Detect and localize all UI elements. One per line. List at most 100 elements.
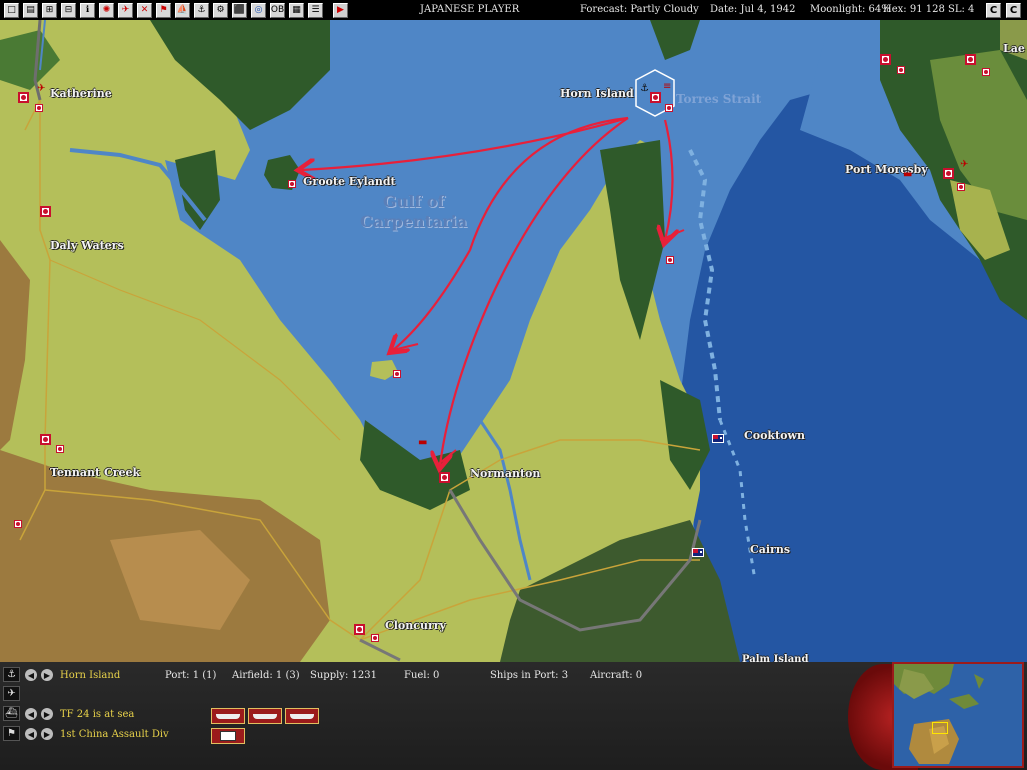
forecast-label: Forecast: Partly Cloudy <box>580 4 699 15</box>
ship-button[interactable]: ⛵ <box>175 2 190 18</box>
prev-base-button[interactable]: ◀ <box>25 669 37 681</box>
aircraft-icon[interactable]: ✈ <box>3 686 20 701</box>
ship-card-3[interactable] <box>285 708 319 724</box>
ship-icon-2[interactable]: ▬ <box>418 438 427 448</box>
anchor-icon[interactable]: ⚓ <box>3 667 20 682</box>
mini-map-terrain <box>894 664 984 764</box>
sub-button[interactable]: ⬛ <box>232 2 247 18</box>
base-marker[interactable] <box>14 520 22 528</box>
groote-eylandt-label[interactable]: Groote Eylandt <box>303 175 396 188</box>
ship-silhouette-icon <box>253 713 277 719</box>
report-button[interactable]: ▤ <box>23 2 38 18</box>
ships-in-port: Ships in Port: 3 <box>490 670 569 681</box>
top-toolbar: □ ▤ ⊞ ⊟ ℹ ✺ ✈ ✕ ⚑ ⛵ ⚓ ⚙ ⬛ ◎ OB ▦ ☰ ▶ JAP… <box>0 0 1027 20</box>
close-c-button[interactable]: C <box>986 3 1001 18</box>
end-turn-button[interactable]: ▶ <box>333 2 348 18</box>
daly-waters-label[interactable]: Daly Waters <box>50 239 124 252</box>
filter-button[interactable]: ✕ <box>137 2 152 18</box>
base-marker-horn-island[interactable] <box>650 92 661 103</box>
anchor-button[interactable]: ⚓ <box>194 2 209 18</box>
base-flag-button[interactable]: ⚑ <box>156 2 171 18</box>
task-force-link[interactable]: TF 24 is at sea <box>60 709 134 720</box>
base-marker[interactable] <box>957 183 965 191</box>
date-label: Date: Jul 4, 1942 <box>710 4 796 15</box>
info-button[interactable]: ℹ <box>80 2 95 18</box>
air-unit-button[interactable]: ✈ <box>118 2 133 18</box>
base-marker[interactable] <box>665 104 673 112</box>
cairns-label[interactable]: Cairns <box>750 543 790 556</box>
prev-unit-button[interactable]: ◀ <box>25 728 37 740</box>
moonlight-label: Moonlight: 64% <box>810 4 891 15</box>
settings-button[interactable]: ⚙ <box>213 2 228 18</box>
base-marker-port-moresby[interactable] <box>943 168 954 179</box>
table-button[interactable]: ▦ <box>289 2 304 18</box>
base-marker[interactable] <box>371 634 379 642</box>
gulf-label-line1: Gulf of <box>382 192 445 211</box>
gulf-of-carpentaria-label: Gulf of Carpentaria <box>360 192 467 232</box>
list-button[interactable]: ☰ <box>308 2 323 18</box>
mini-map[interactable] <box>892 662 1024 768</box>
tennant-creek-label[interactable]: Tennant Creek <box>50 466 140 479</box>
torres-strait-label: Torres Strait <box>676 92 762 106</box>
port-moresby-label[interactable]: Port Moresby <box>845 163 928 176</box>
horn-island-label[interactable]: Horn Island <box>560 87 634 100</box>
base-name-link[interactable]: Horn Island <box>60 670 120 681</box>
base-marker[interactable] <box>897 66 905 74</box>
base-marker[interactable] <box>982 68 990 76</box>
port-size: Port: 1 (1) <box>165 670 217 681</box>
land-unit-card[interactable] <box>211 728 245 744</box>
next-tf-button[interactable]: ▶ <box>41 708 53 720</box>
next-unit-button[interactable]: ▶ <box>41 728 53 740</box>
ship-icon[interactable]: ≡ <box>663 82 671 92</box>
order-of-battle-button[interactable]: OB <box>270 2 285 18</box>
base-marker[interactable] <box>35 104 43 112</box>
air-unit-icon[interactable]: ✈ <box>37 84 45 94</box>
mini-map-viewport[interactable] <box>932 722 948 734</box>
land-unit-link[interactable]: 1st China Assault Div <box>60 729 169 740</box>
flag-icon-button[interactable]: ✺ <box>99 2 114 18</box>
grid-button[interactable]: ⊞ <box>42 2 57 18</box>
base-marker[interactable] <box>666 256 674 264</box>
base-marker[interactable] <box>56 445 64 453</box>
anchor-icon[interactable]: ⚓ <box>640 84 649 94</box>
base-marker-katherine[interactable] <box>18 92 29 103</box>
cloncurry-label[interactable]: Cloncurry <box>385 619 446 632</box>
base-marker-normanton[interactable] <box>439 472 450 483</box>
map-mode-button[interactable]: □ <box>4 2 19 18</box>
aircraft-count: Aircraft: 0 <box>590 670 643 681</box>
info-panel: ⚓ ✈ ⛴ ⚑ ◀ ▶ ◀ ▶ ◀ ▶ Horn Island Port: 1 … <box>0 662 1027 770</box>
ship-icon-3[interactable]: ▬ <box>903 170 912 180</box>
allied-flag-icon-cooktown[interactable] <box>712 434 724 443</box>
overlay-button[interactable]: ⊟ <box>61 2 76 18</box>
player-label: JAPANESE PLAYER <box>420 4 520 15</box>
gulf-label-line2: Carpentaria <box>360 212 468 231</box>
katherine-label[interactable]: Katherine <box>50 87 112 100</box>
cooktown-label[interactable]: Cooktown <box>744 429 805 442</box>
close-c-button-2[interactable]: C <box>1006 3 1021 18</box>
airfield-size: Airfield: 1 (3) <box>232 670 300 681</box>
ship-card-2[interactable] <box>248 708 282 724</box>
base-marker-png[interactable] <box>880 54 891 65</box>
base-marker-daly-waters[interactable] <box>40 206 51 217</box>
globe-button[interactable]: ◎ <box>251 2 266 18</box>
base-marker-tennant-creek[interactable] <box>40 434 51 445</box>
allied-flag-icon-cairns[interactable] <box>692 548 704 557</box>
fuel-value: Fuel: 0 <box>404 670 440 681</box>
normanton-label[interactable]: Normanton <box>470 467 540 480</box>
ship-card-1[interactable] <box>211 708 245 724</box>
palm-island-label[interactable]: Palm Island <box>742 654 808 662</box>
base-marker-png-2[interactable] <box>965 54 976 65</box>
base-marker-cloncurry[interactable] <box>354 624 365 635</box>
prev-tf-button[interactable]: ◀ <box>25 708 37 720</box>
air-unit-icon-2[interactable]: ✈ <box>960 160 968 170</box>
flag-icon[interactable]: ⚑ <box>3 726 20 741</box>
supply-value: Supply: 1231 <box>310 670 377 681</box>
next-base-button[interactable]: ▶ <box>41 669 53 681</box>
base-marker-groote[interactable] <box>288 180 296 188</box>
ship-icon[interactable]: ⛴ <box>3 706 20 721</box>
lae-label[interactable]: Lae <box>1003 42 1025 55</box>
infantry-icon <box>220 731 236 741</box>
map-view[interactable]: Gulf of Carpentaria Torres Strait Kather… <box>0 20 1027 662</box>
base-marker-island[interactable] <box>393 370 401 378</box>
ship-silhouette-icon <box>290 713 314 719</box>
